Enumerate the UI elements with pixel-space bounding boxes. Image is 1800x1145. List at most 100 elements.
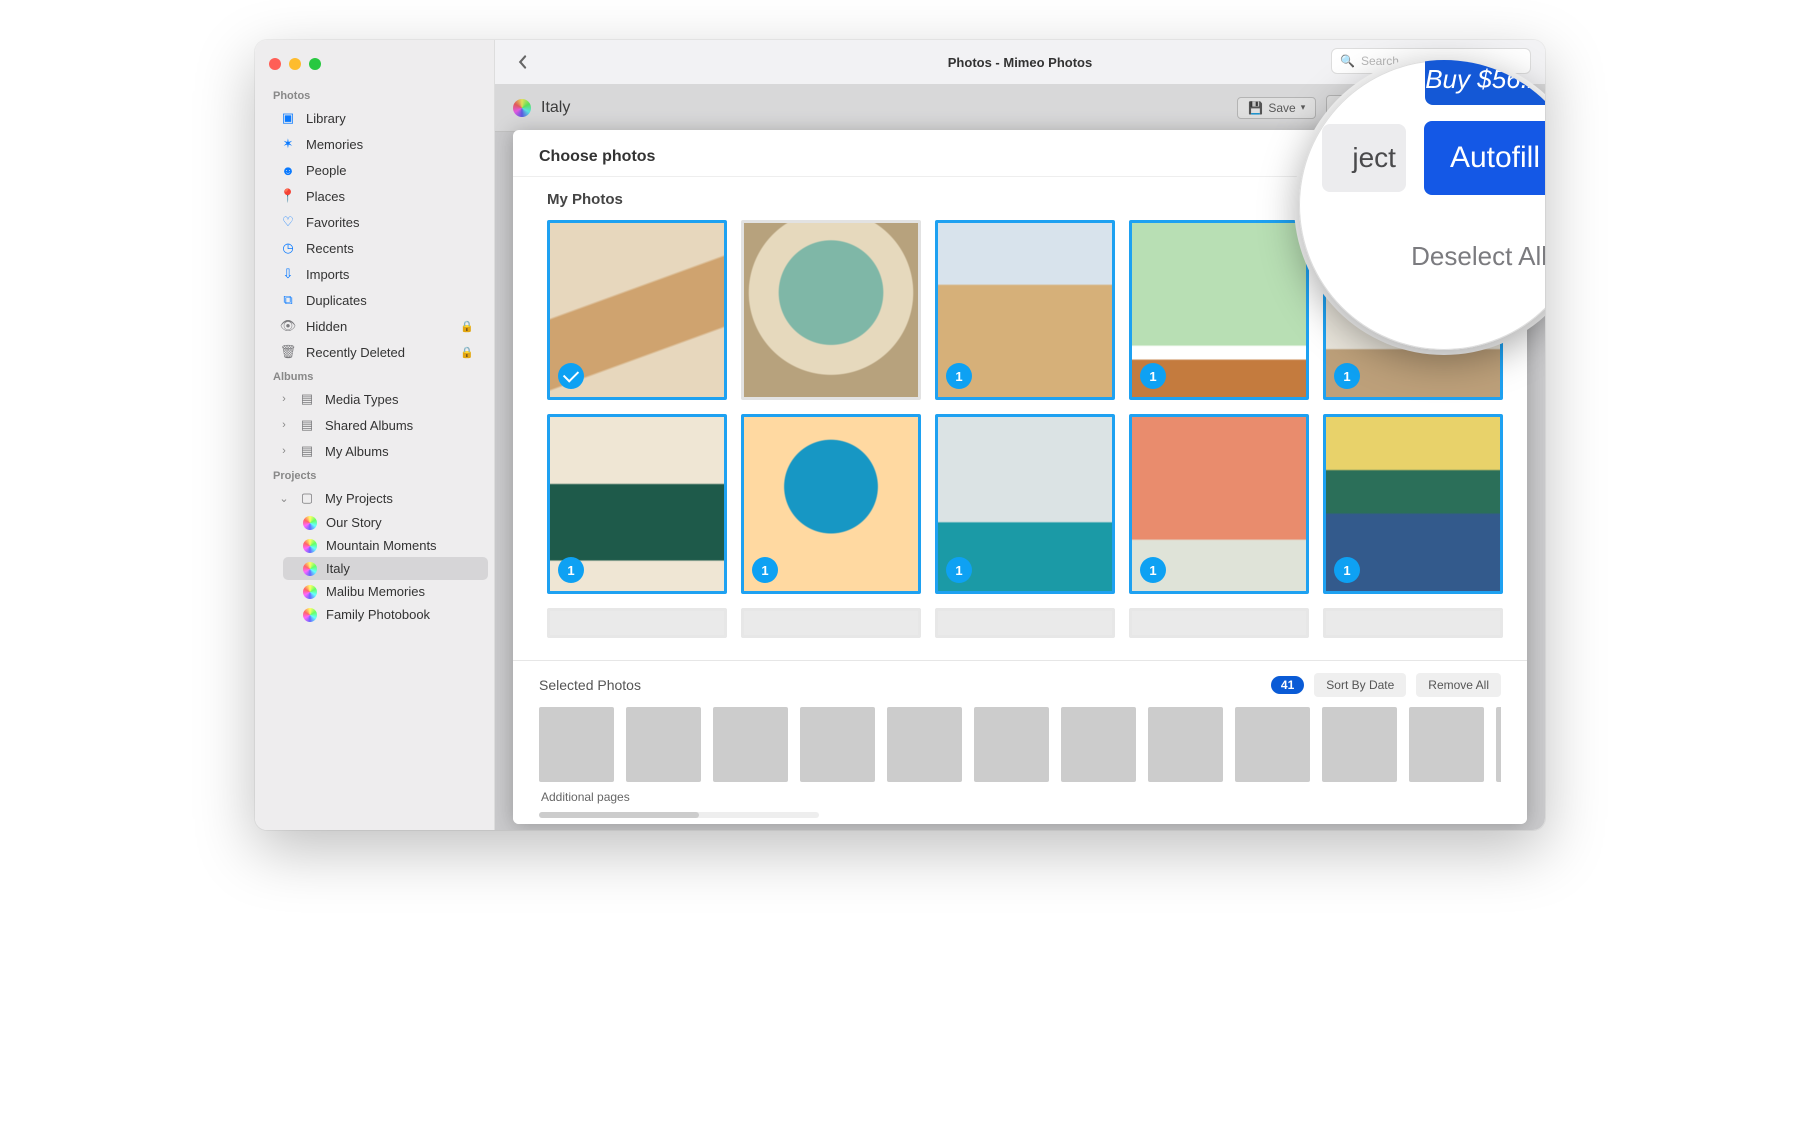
sidebar-item-memories[interactable]: ✶ Memories: [261, 131, 488, 157]
additional-pages-label: Additional pages: [539, 782, 1501, 806]
sidebar-item-label: Our Story: [326, 515, 382, 530]
sidebar-item-places[interactable]: 📍 Places: [261, 183, 488, 209]
use-count-badge: 1: [558, 557, 584, 583]
selected-mini-thumb[interactable]: [1235, 707, 1310, 782]
sidebar-item-duplicates[interactable]: ⧉ Duplicates: [261, 287, 488, 313]
selected-count-badge: 41: [1271, 676, 1304, 694]
selected-mini-thumb[interactable]: [539, 707, 614, 782]
sidebar-item-label: Places: [306, 189, 345, 204]
sidebar-item-hidden[interactable]: 👁 Hidden 🔒: [261, 313, 488, 339]
photo-thumb[interactable]: 1: [547, 414, 727, 594]
chevron-right-icon: ›: [279, 419, 289, 431]
sidebar-item-recents[interactable]: ◷ Recents: [261, 235, 488, 261]
photo-thumb[interactable]: [547, 608, 727, 638]
photo-thumb[interactable]: [741, 608, 921, 638]
sidebar-item-library[interactable]: ▣ Library: [261, 105, 488, 131]
sidebar-item-label: Hidden: [306, 319, 347, 334]
mimeo-project-icon: [303, 608, 317, 622]
mimeo-project-icon: [303, 585, 317, 599]
sidebar-project-malibu-memories[interactable]: Malibu Memories: [283, 580, 488, 603]
sidebar-item-my-projects[interactable]: ⌄ ▢ My Projects: [261, 485, 488, 511]
photo-thumb[interactable]: 1: [1323, 414, 1503, 594]
selected-mini-thumb[interactable]: [1409, 707, 1484, 782]
autofill-button[interactable]: Autofill: [1424, 121, 1545, 195]
sidebar-item-media-types[interactable]: › ▤ Media Types: [261, 386, 488, 412]
minimize-window-button[interactable]: [289, 58, 301, 70]
close-window-button[interactable]: [269, 58, 281, 70]
fullscreen-window-button[interactable]: [309, 58, 321, 70]
sidebar-project-mountain-moments[interactable]: Mountain Moments: [283, 534, 488, 557]
duplicates-icon: ⧉: [279, 291, 297, 309]
sidebar: Photos ▣ Library ✶ Memories ☻ People 📍 P…: [255, 40, 495, 830]
selected-check-badge: [558, 363, 584, 389]
sidebar-item-label: Imports: [306, 267, 349, 282]
selected-mini-thumb[interactable]: [800, 707, 875, 782]
photo-thumb[interactable]: 1: [935, 220, 1115, 400]
sidebar-section-photos: Photos: [255, 84, 494, 105]
chevron-left-icon: [516, 55, 530, 69]
use-count-badge: 1: [1140, 557, 1166, 583]
sort-by-date-button[interactable]: Sort By Date: [1314, 673, 1406, 697]
clock-icon: ◷: [279, 239, 297, 257]
save-icon: 💾: [1248, 101, 1263, 115]
project-name: Italy: [541, 99, 570, 117]
sidebar-section-albums: Albums: [255, 365, 494, 386]
use-count-badge: 1: [752, 557, 778, 583]
sidebar-item-people[interactable]: ☻ People: [261, 157, 488, 183]
sidebar-project-family-photobook[interactable]: Family Photobook: [283, 603, 488, 626]
selected-mini-thumb[interactable]: [1496, 707, 1501, 782]
sidebar-item-my-albums[interactable]: › ▤ My Albums: [261, 438, 488, 464]
selected-mini-thumb[interactable]: [713, 707, 788, 782]
sidebar-item-label: Duplicates: [306, 293, 367, 308]
stack-icon: ▤: [298, 390, 316, 408]
sidebar-item-label: Recently Deleted: [306, 345, 405, 360]
strip-scrollbar[interactable]: [539, 812, 819, 818]
use-count-badge: 1: [1140, 363, 1166, 389]
photo-thumb[interactable]: [1323, 608, 1503, 638]
sidebar-item-label: People: [306, 163, 346, 178]
sidebar-item-imports[interactable]: ⇩ Imports: [261, 261, 488, 287]
sidebar-item-favorites[interactable]: ♡ Favorites: [261, 209, 488, 235]
remove-all-button[interactable]: Remove All: [1416, 673, 1501, 697]
sidebar-item-label: Library: [306, 111, 346, 126]
photo-thumb[interactable]: [1129, 608, 1309, 638]
save-button[interactable]: 💾 Save ▾: [1237, 97, 1316, 119]
use-count-badge: 1: [946, 363, 972, 389]
app-window: Photos ▣ Library ✶ Memories ☻ People 📍 P…: [255, 40, 1545, 830]
main-area: Photos - Mimeo Photos 🔍 Search Italy 💾 S…: [495, 40, 1545, 830]
photo-thumb[interactable]: [935, 608, 1115, 638]
selected-mini-thumb[interactable]: [626, 707, 701, 782]
selected-mini-thumb[interactable]: [887, 707, 962, 782]
import-icon: ⇩: [279, 265, 297, 283]
add-to-project-button-fragment[interactable]: ject: [1322, 124, 1406, 192]
photo-thumb[interactable]: 1: [935, 414, 1115, 594]
stack-icon: ▤: [298, 442, 316, 460]
photo-thumb[interactable]: [741, 220, 921, 400]
selected-mini-thumb[interactable]: [1061, 707, 1136, 782]
selected-photos-label: Selected Photos: [539, 677, 641, 693]
chevron-down-icon: ▾: [1301, 102, 1306, 113]
search-placeholder: Search: [1361, 54, 1399, 68]
mimeo-project-icon: [303, 539, 317, 553]
photo-thumb[interactable]: 1: [1129, 220, 1309, 400]
sidebar-item-label: Malibu Memories: [326, 584, 425, 599]
deselect-all-link-fragment[interactable]: Deselect All: [1299, 241, 1545, 272]
trash-icon: 🗑: [279, 343, 297, 361]
sidebar-project-our-story[interactable]: Our Story: [283, 511, 488, 534]
sidebar-project-italy[interactable]: Italy: [283, 557, 488, 580]
back-button[interactable]: [509, 48, 537, 76]
sidebar-item-recently-deleted[interactable]: 🗑 Recently Deleted 🔒: [261, 339, 488, 365]
sidebar-item-label: Family Photobook: [326, 607, 430, 622]
chevron-down-icon: ⌄: [279, 492, 289, 505]
photo-thumb[interactable]: 1: [1129, 414, 1309, 594]
sidebar-item-shared-albums[interactable]: › ▤ Shared Albums: [261, 412, 488, 438]
selected-mini-thumb[interactable]: [974, 707, 1049, 782]
photo-thumb[interactable]: [547, 220, 727, 400]
window-controls: [255, 48, 494, 84]
photo-thumb[interactable]: 1: [741, 414, 921, 594]
selected-strip[interactable]: [539, 707, 1501, 782]
selected-mini-thumb[interactable]: [1322, 707, 1397, 782]
lock-icon: 🔒: [460, 346, 474, 359]
buy-price-fragment: Buy $56.22: [1425, 60, 1545, 105]
selected-mini-thumb[interactable]: [1148, 707, 1223, 782]
